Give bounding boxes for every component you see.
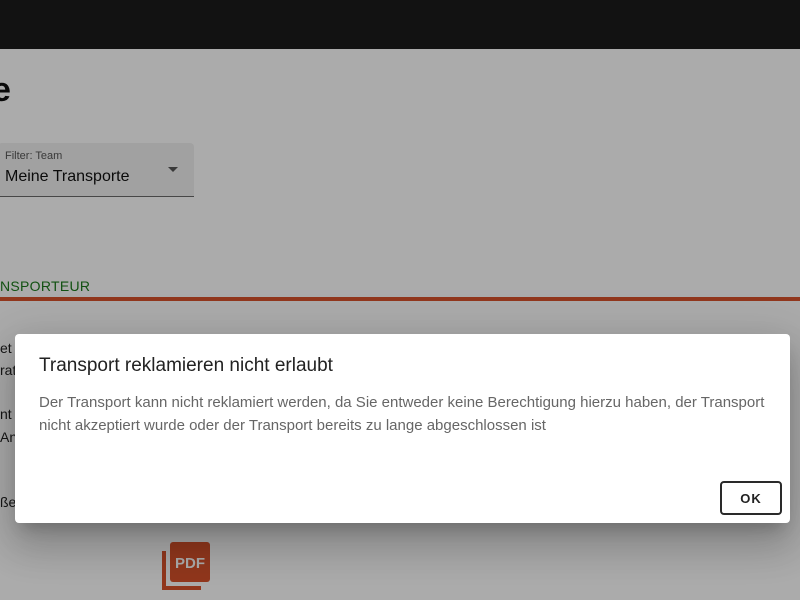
dialog-title: Transport reklamieren nicht erlaubt — [39, 355, 333, 376]
ok-button[interactable]: OK — [720, 481, 782, 515]
dialog-message: Der Transport kann nicht reklamiert werd… — [39, 394, 765, 434]
error-dialog: Transport reklamieren nicht erlaubt Der … — [15, 334, 790, 523]
